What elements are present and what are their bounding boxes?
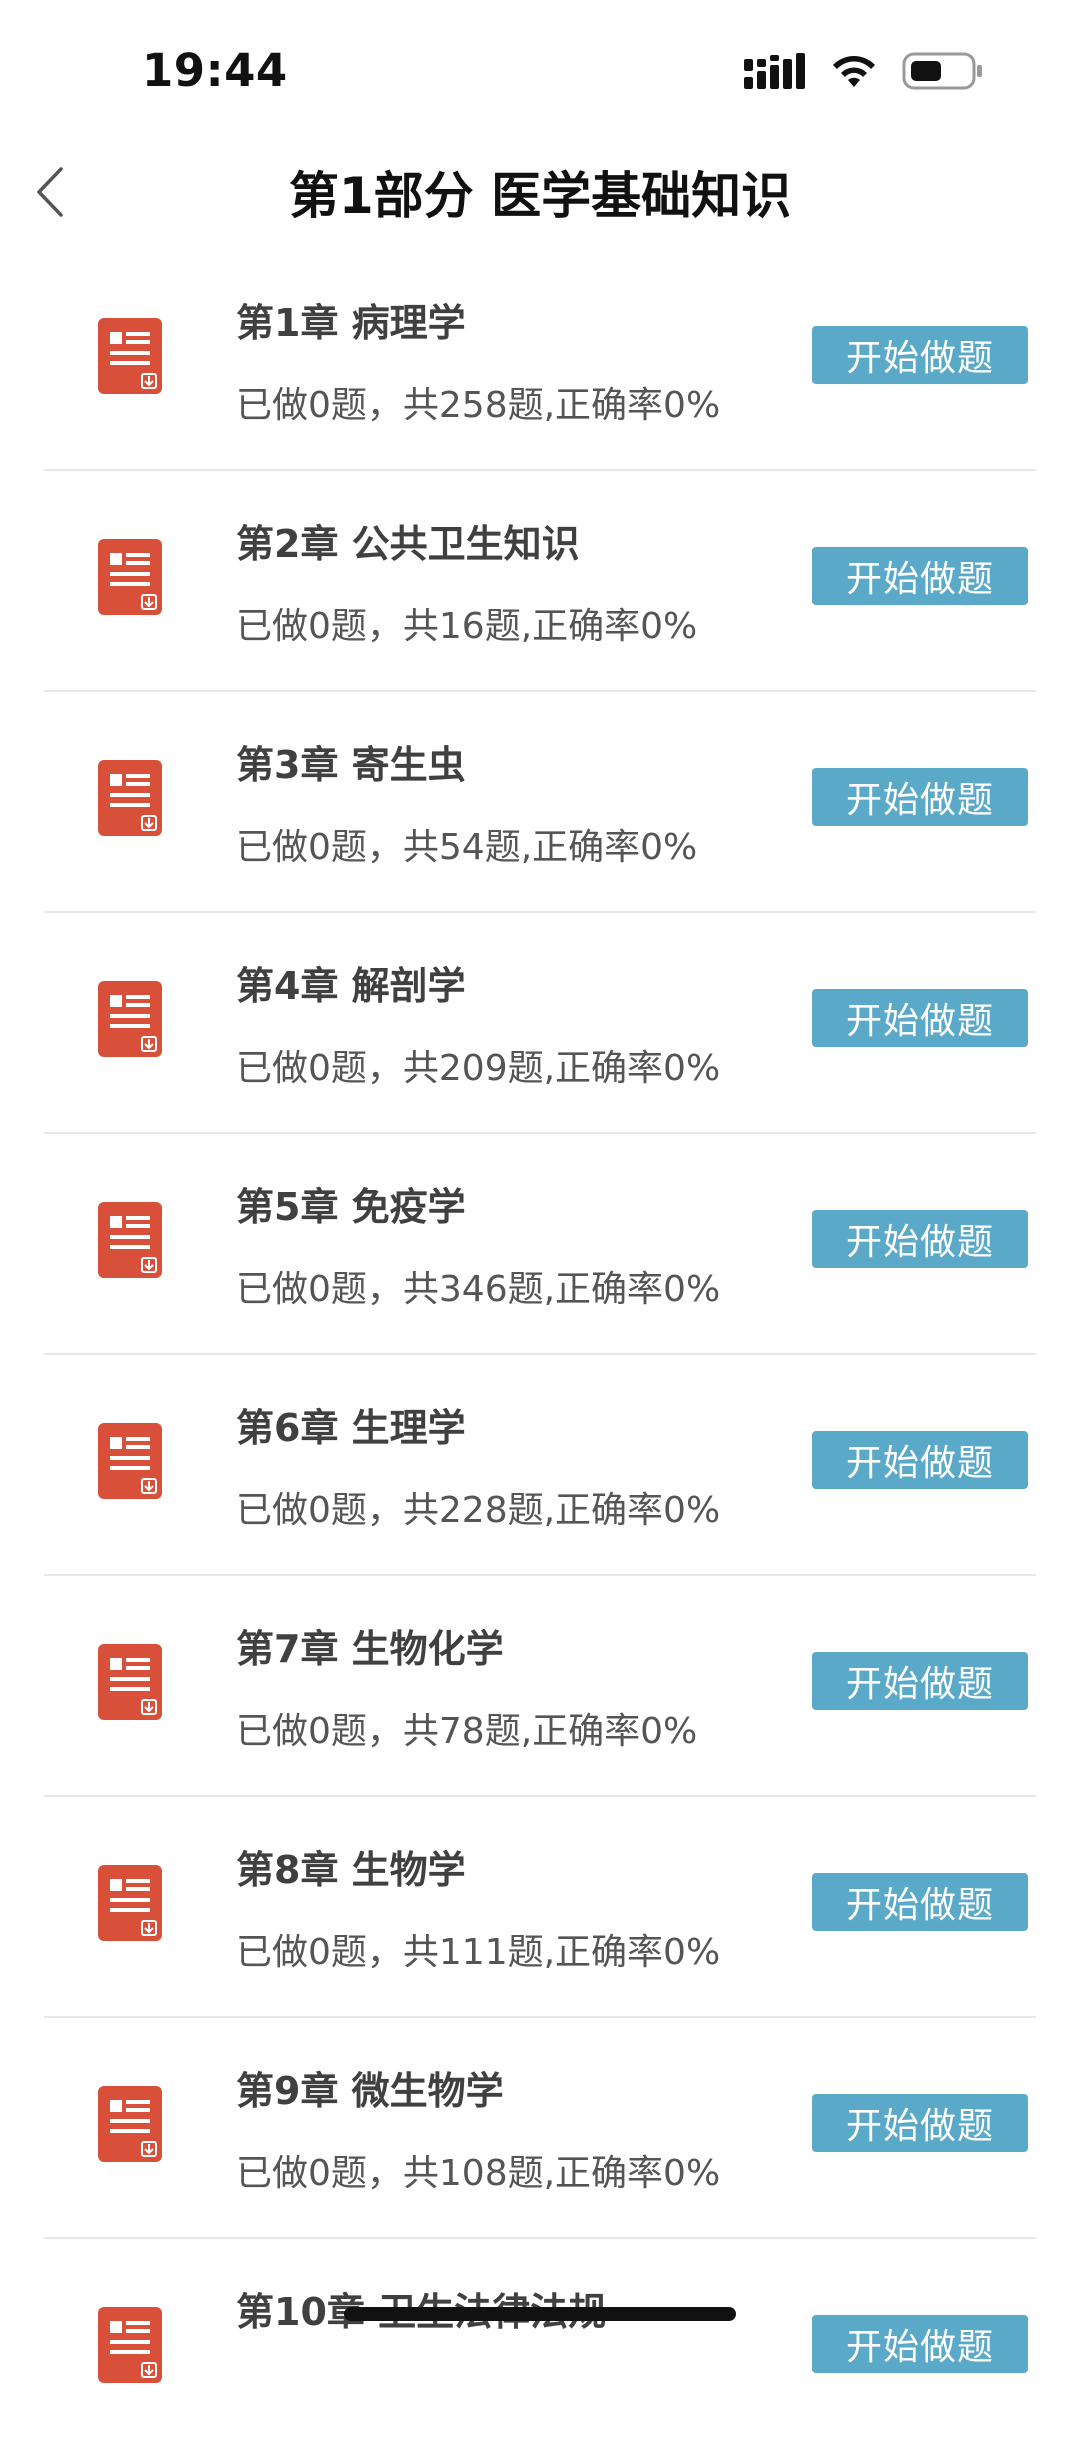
chapter-stats: 已做0题，共346题,正确率0% (236, 1269, 721, 1310)
battery-icon (902, 52, 984, 94)
chapter-title: 第4章 解剖学 (236, 964, 466, 1008)
chapter-title: 第2章 公共卫生知识 (236, 522, 580, 566)
cellular-signal-icon (744, 53, 806, 93)
document-icon (98, 1202, 162, 1278)
chapter-row[interactable]: 第4章 解剖学 已做0题，共209题,正确率0% 开始做题 (0, 913, 1080, 1134)
document-icon (98, 539, 162, 615)
chapter-stats: 已做0题，共258题,正确率0% (236, 385, 721, 426)
chapter-title: 第6章 生理学 (236, 1406, 466, 1450)
chapter-row[interactable]: 第2章 公共卫生知识 已做0题，共16题,正确率0% 开始做题 (0, 471, 1080, 692)
chapter-row[interactable]: 第7章 生物化学 已做0题，共78题,正确率0% 开始做题 (0, 1576, 1080, 1797)
chapter-stats: 已做0题，共228题,正确率0% (236, 1490, 721, 1531)
chapter-title: 第5章 免疫学 (236, 1185, 466, 1229)
chapter-stats: 已做0题，共16题,正确率0% (236, 606, 698, 647)
page-title: 第1部分 医学基础知识 (288, 167, 792, 225)
status-icons (744, 50, 984, 96)
document-icon (98, 1644, 162, 1720)
chapter-stats: 已做0题，共108题,正确率0% (236, 2153, 721, 2194)
chapter-row[interactable]: 第6章 生理学 已做0题，共228题,正确率0% 开始做题 (0, 1355, 1080, 1576)
document-icon (98, 2307, 162, 2383)
document-icon (98, 1423, 162, 1499)
chapter-list: 第1章 病理学 已做0题，共258题,正确率0% 开始做题 第2章 公共卫生知识… (0, 250, 1080, 2460)
document-icon (98, 318, 162, 394)
document-icon (98, 1865, 162, 1941)
chapter-stats: 已做0题，共111题,正确率0% (236, 1932, 721, 1973)
start-practice-button[interactable]: 开始做题 (812, 1873, 1028, 1931)
nav-header: 第1部分 医学基础知识 (0, 140, 1080, 250)
start-practice-button[interactable]: 开始做题 (812, 326, 1028, 384)
chapter-row[interactable]: 第3章 寄生虫 已做0题，共54题,正确率0% 开始做题 (0, 692, 1080, 913)
chapter-title: 第7章 生物化学 (236, 1627, 504, 1671)
start-practice-button[interactable]: 开始做题 (812, 547, 1028, 605)
start-practice-button[interactable]: 开始做题 (812, 1431, 1028, 1489)
chapter-row[interactable]: 第1章 病理学 已做0题，共258题,正确率0% 开始做题 (0, 250, 1080, 471)
start-practice-button[interactable]: 开始做题 (812, 2094, 1028, 2152)
start-practice-button[interactable]: 开始做题 (812, 989, 1028, 1047)
status-time: 19:44 (142, 44, 288, 97)
status-bar: 19:44 (0, 0, 1080, 140)
home-indicator[interactable] (344, 2307, 736, 2321)
chapter-title: 第9章 微生物学 (236, 2069, 504, 2113)
chapter-title: 第8章 生物学 (236, 1848, 466, 1892)
chapter-row[interactable]: 第8章 生物学 已做0题，共111题,正确率0% 开始做题 (0, 1797, 1080, 2018)
document-icon (98, 760, 162, 836)
chapter-stats: 已做0题，共78题,正确率0% (236, 1711, 698, 1752)
start-practice-button[interactable]: 开始做题 (812, 1652, 1028, 1710)
chapter-title: 第1章 病理学 (236, 301, 466, 345)
chapter-row[interactable]: 第5章 免疫学 已做0题，共346题,正确率0% 开始做题 (0, 1134, 1080, 1355)
start-practice-button[interactable]: 开始做题 (812, 768, 1028, 826)
chapter-stats: 已做0题，共54题,正确率0% (236, 827, 698, 868)
chapter-stats: 已做0题，共209题,正确率0% (236, 1048, 721, 1089)
chapter-title: 第3章 寄生虫 (236, 743, 466, 787)
start-practice-button[interactable]: 开始做题 (812, 2315, 1028, 2373)
document-icon (98, 981, 162, 1057)
chapter-row[interactable]: 第10章 卫生法律法规 开始做题 (0, 2239, 1080, 2460)
document-icon (98, 2086, 162, 2162)
wifi-icon (830, 53, 878, 93)
chapter-row[interactable]: 第9章 微生物学 已做0题，共108题,正确率0% 开始做题 (0, 2018, 1080, 2239)
start-practice-button[interactable]: 开始做题 (812, 1210, 1028, 1268)
